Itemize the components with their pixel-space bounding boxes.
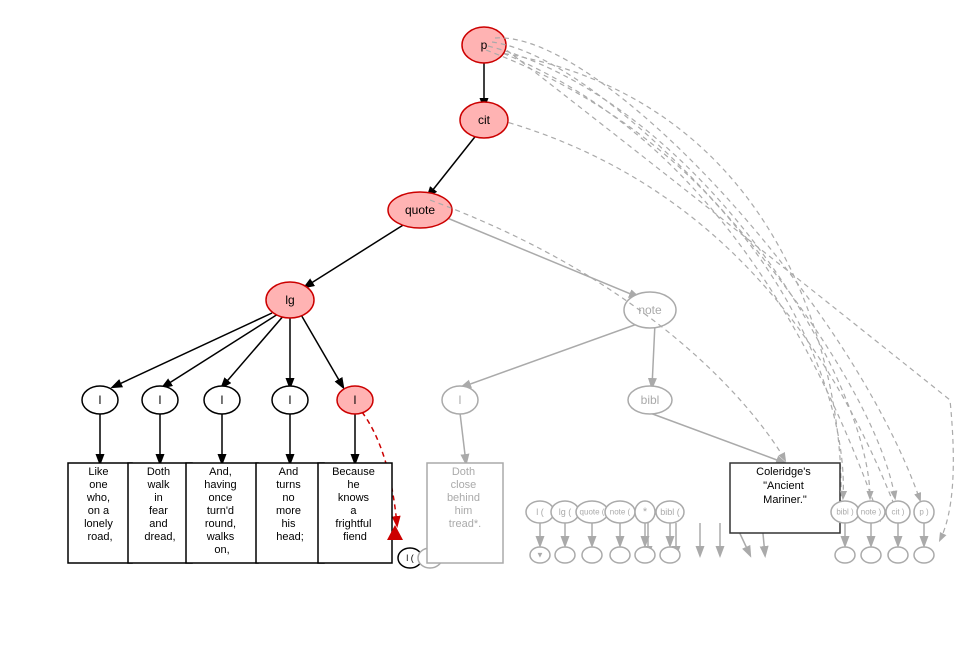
svg-text:▼: ▼	[536, 551, 544, 560]
rect-t6-text: Doth close behind him tread*.	[447, 466, 483, 530]
node-lg-label: lg	[285, 293, 294, 307]
token-p-close-label: p )	[919, 508, 929, 517]
token-quote-paren-label: quote (	[580, 508, 605, 517]
token-cit-close-label: cit )	[892, 508, 905, 517]
node-l3-label: l	[221, 393, 224, 407]
node-l5-label: l	[354, 393, 357, 407]
node-l2-label: l	[159, 393, 162, 407]
node-bibl-label: bibl	[641, 393, 660, 407]
token-asterisk-label: *	[643, 506, 648, 518]
token-note-paren-label: note (	[610, 508, 631, 517]
rect-t4-text: And turns no more his head;	[276, 466, 304, 543]
node-l6-label: l	[459, 393, 462, 407]
node-l1-label: l	[99, 393, 102, 407]
node-quote-label: quote	[405, 203, 435, 217]
rect-t7-text: Coleridge's "Ancient Mariner."	[756, 466, 814, 506]
token-bibl-paren-label: bibl (	[660, 507, 680, 517]
rect-t3-text: And, having once turn'd round, walks on,	[204, 466, 239, 556]
rect-t1-text: Like one who, on a lonely road,	[84, 466, 116, 543]
token-lg-paren-label: lg (	[559, 507, 572, 517]
tree-diagram: p cit quote lg note l l l l l l bibl Lik…	[0, 0, 968, 653]
token-l-open-label: l (	[406, 553, 414, 563]
rect-t2-text: Doth walk in fear and dread,	[144, 466, 175, 543]
node-cit-label: cit	[478, 113, 491, 127]
node-note-label: note	[638, 303, 662, 317]
token-bibl-close-label: bibl )	[836, 508, 854, 517]
node-l4-label: l	[289, 393, 292, 407]
token-l-paren-label: l (	[536, 507, 544, 517]
token-note-close-label: note )	[861, 508, 882, 517]
